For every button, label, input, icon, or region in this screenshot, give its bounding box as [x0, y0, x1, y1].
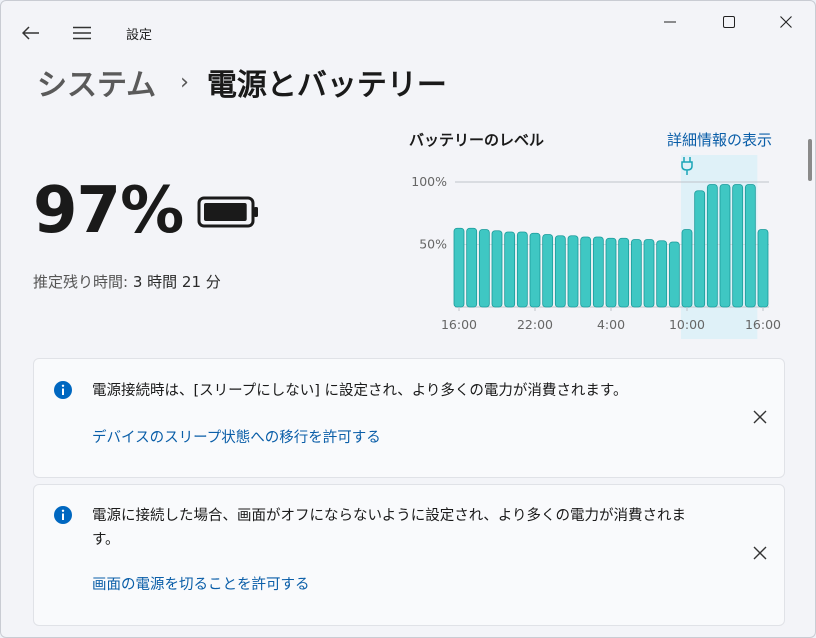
battery-percentage: 97% — [33, 174, 184, 248]
info-message: 電源に接続した場合、画面がオフにならないように設定され、より多くの電力が消費され… — [92, 508, 687, 548]
battery-bar[interactable] — [630, 239, 642, 308]
hamburger-menu-icon[interactable] — [65, 19, 99, 47]
chart-title: バッテリーのレベル — [409, 131, 545, 149]
battery-bar[interactable] — [643, 239, 655, 308]
battery-bar[interactable] — [491, 230, 503, 308]
close-icon[interactable] — [763, 7, 809, 37]
battery-bar[interactable] — [516, 231, 528, 308]
page-title: 電源とバッテリー — [206, 68, 447, 103]
breadcrumb-parent-system[interactable]: システム — [37, 60, 156, 104]
dismiss-close-icon[interactable] — [748, 405, 772, 429]
allow-screen-off-link[interactable]: 画面の電源を切ることを許可する — [92, 573, 310, 594]
y-tick-50: 50% — [419, 237, 447, 252]
info-card-sleep: 電源接続時は、[スリープにしない] に設定され、より多くの電力が消費されます。 … — [33, 358, 785, 478]
title-bar: 設定 — [1, 1, 815, 57]
battery-bar[interactable] — [757, 229, 769, 308]
battery-bar[interactable] — [706, 184, 718, 308]
y-tick-100: 100% — [411, 174, 447, 189]
info-icon — [54, 381, 72, 399]
battery-icon — [197, 196, 259, 232]
x-tick-label: 4:00 — [597, 317, 625, 332]
battery-bar[interactable] — [567, 235, 579, 308]
battery-bar[interactable] — [694, 190, 706, 308]
breadcrumb-separator: › — [180, 69, 189, 95]
remaining-label: 推定残り時間: — [33, 273, 129, 291]
battery-bar[interactable] — [453, 227, 465, 308]
maximize-icon[interactable] — [706, 7, 752, 37]
app-title: 設定 — [126, 28, 153, 43]
battery-bar[interactable] — [592, 236, 604, 308]
battery-bar[interactable] — [478, 229, 490, 308]
battery-fill — [204, 203, 247, 221]
battery-bar[interactable] — [719, 184, 731, 308]
breadcrumb: システム › 電源とバッテリー — [37, 59, 447, 105]
remaining-value: 3 時間 21 分 — [132, 273, 221, 291]
battery-bar[interactable] — [656, 240, 668, 308]
info-card-screen: 電源に接続した場合、画面がオフにならないように設定され、より多くの電力が消費され… — [33, 484, 785, 626]
allow-sleep-link[interactable]: デバイスのスリープ状態への移行を許可する — [92, 426, 381, 447]
dismiss-close-icon[interactable] — [748, 541, 772, 565]
settings-window: 設定 システム › 電源とバッテリー 97% 推定残り時間: 3 時間 21 分… — [0, 0, 816, 638]
battery-bar[interactable] — [668, 241, 680, 308]
battery-bar[interactable] — [529, 232, 541, 308]
scrollbar-thumb[interactable] — [808, 139, 812, 181]
details-link[interactable]: 詳細情報の表示 — [667, 129, 772, 150]
battery-bar[interactable] — [504, 231, 516, 308]
minimize-icon[interactable] — [647, 7, 693, 37]
x-tick-label: 22:00 — [517, 317, 553, 332]
battery-bar[interactable] — [554, 235, 566, 308]
info-message: 電源接続時は、[スリープにしない] に設定され、より多くの電力が消費されます。 — [92, 383, 628, 399]
battery-bar[interactable] — [605, 237, 617, 308]
x-tick-label: 16:00 — [441, 317, 477, 332]
x-tick-label: 16:00 — [745, 317, 781, 332]
back-arrow-icon[interactable] — [15, 19, 47, 47]
battery-bar[interactable] — [681, 229, 693, 308]
battery-level-chart[interactable]: 100% 50% 16:00 22:00 4:00 10:00 16:00 — [401, 149, 791, 339]
estimated-remaining: 推定残り時間: 3 時間 21 分 — [33, 271, 221, 292]
x-tick-label: 10:00 — [669, 317, 705, 332]
info-icon — [54, 506, 72, 524]
battery-bar[interactable] — [618, 237, 630, 308]
battery-bar[interactable] — [466, 227, 478, 308]
battery-bar[interactable] — [744, 184, 756, 308]
battery-bar[interactable] — [542, 234, 554, 308]
battery-bar[interactable] — [580, 236, 592, 308]
battery-bar[interactable] — [732, 184, 744, 308]
